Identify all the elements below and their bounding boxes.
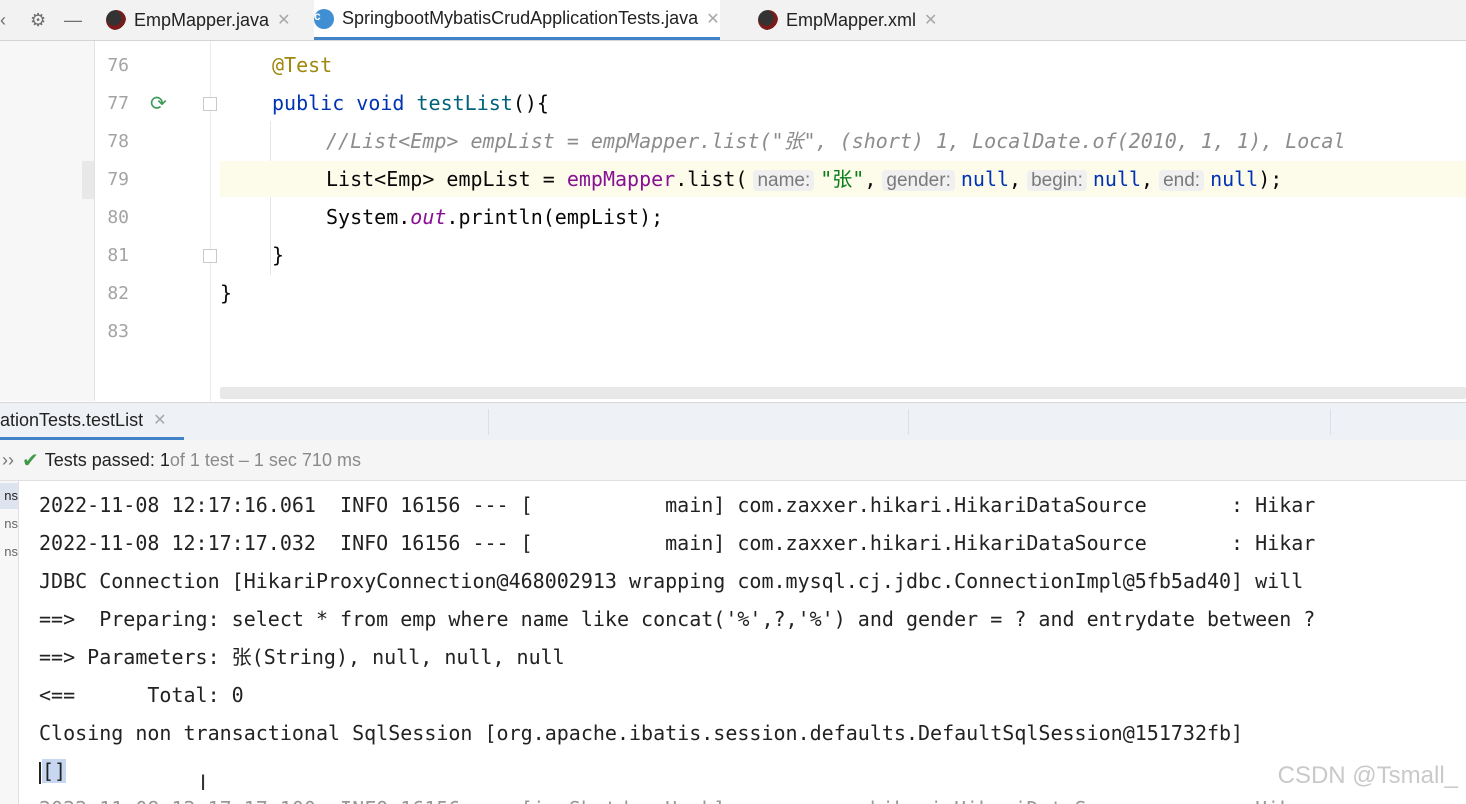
line-number: 78 bbox=[107, 131, 129, 152]
line-number-gutter: 76 77 78 79 80 81 82 83 ⟳ bbox=[95, 41, 217, 401]
code-text: } bbox=[220, 281, 233, 305]
close-icon[interactable]: ✕ bbox=[706, 9, 719, 29]
code-text: , bbox=[864, 167, 877, 191]
horizontal-scrollbar[interactable] bbox=[220, 387, 1466, 399]
tab-empmapper-java[interactable]: EmpMapper.java ✕ bbox=[106, 0, 290, 40]
code-line-78[interactable]: //List<Emp> empList = empMapper.list("张"… bbox=[220, 123, 1466, 159]
param-hint: begin: bbox=[1027, 170, 1087, 191]
close-icon[interactable]: ✕ bbox=[153, 410, 166, 430]
test-tree-item[interactable]: ns bbox=[0, 511, 18, 537]
console-line-selected: [] bbox=[39, 752, 67, 790]
console-line: 2022-11-08 12:17:16.061 INFO 16156 --- [… bbox=[39, 493, 1316, 517]
string-literal: "张" bbox=[820, 167, 865, 191]
selected-text: [] bbox=[42, 759, 67, 783]
code-editor[interactable]: 76 77 78 79 80 81 82 83 ⟳ @Test public v… bbox=[0, 41, 1466, 401]
code-text: ); bbox=[1258, 167, 1283, 191]
code-text: , bbox=[1141, 167, 1154, 191]
scroll-marker bbox=[82, 161, 94, 199]
comment: //List<Emp> empList = empMapper.list("张"… bbox=[326, 129, 1346, 153]
fold-marker-icon[interactable] bbox=[203, 97, 217, 111]
line-number: 77 bbox=[107, 93, 129, 114]
tab-application-tests[interactable]: c SpringbootMybatisCrudApplicationTests.… bbox=[314, 0, 720, 40]
chevron-left-icon[interactable]: ‹ bbox=[0, 10, 6, 31]
field-ref: empMapper bbox=[566, 167, 676, 191]
console-line: ==> Preparing: select * from emp where n… bbox=[39, 607, 1316, 631]
line-number: 83 bbox=[107, 321, 129, 342]
divider bbox=[1330, 409, 1331, 435]
text-caret bbox=[39, 761, 41, 784]
run-tool-window-header: ationTests.testList ✕ bbox=[0, 402, 1466, 440]
test-tree-item[interactable]: ns bbox=[0, 539, 18, 565]
console-output[interactable]: 2022-11-08 12:17:16.061 INFO 16156 --- [… bbox=[19, 481, 1466, 804]
check-icon: ✔ bbox=[22, 449, 39, 472]
console-line: <== Total: 0 bbox=[39, 683, 244, 707]
keyword: null bbox=[1092, 167, 1142, 191]
code-text: List<Emp> empList = bbox=[326, 167, 567, 191]
line-number: 80 bbox=[107, 207, 129, 228]
code-line-79[interactable]: List<Emp> empList = empMapper.list(name:… bbox=[220, 161, 1466, 197]
test-status-bar: ›› ✔ Tests passed: 1 of 1 test – 1 sec 7… bbox=[0, 440, 1466, 481]
code-line-77[interactable]: public void testList(){ bbox=[220, 85, 1466, 121]
console-line: Closing non transactional SqlSession [or… bbox=[39, 721, 1244, 745]
keyword: null bbox=[960, 167, 1010, 191]
line-number: 79 bbox=[107, 169, 129, 190]
close-icon[interactable]: ✕ bbox=[924, 10, 937, 30]
mybatis-bird-icon bbox=[758, 10, 778, 30]
editor-left-strip bbox=[0, 41, 95, 401]
code-text: (){ bbox=[512, 91, 549, 115]
code-line-82[interactable]: } bbox=[220, 275, 1466, 311]
editor-tab-bar: ‹ ⚙ — EmpMapper.java ✕ c SpringbootMybat… bbox=[0, 0, 1466, 41]
run-tab[interactable]: ationTests.testList ✕ bbox=[0, 403, 185, 440]
watermark: CSDN @Tsmall_ bbox=[1277, 762, 1458, 789]
method-name: testList bbox=[416, 91, 513, 115]
param-hint: name: bbox=[753, 170, 815, 191]
run-tab-label: ationTests.testList bbox=[0, 409, 144, 430]
code-text: .list( bbox=[675, 167, 748, 191]
param-hint: gender: bbox=[882, 170, 955, 191]
code-text: System. bbox=[326, 205, 411, 229]
minus-icon[interactable]: — bbox=[64, 10, 82, 31]
divider bbox=[488, 409, 489, 435]
fold-marker-icon[interactable] bbox=[203, 249, 217, 263]
tab-label: EmpMapper.java bbox=[134, 9, 270, 30]
gear-icon[interactable]: ⚙ bbox=[30, 10, 46, 31]
tests-summary: of 1 test – 1 sec 710 ms bbox=[169, 449, 361, 470]
code-line-80[interactable]: System.out.println(empList); bbox=[220, 199, 1466, 235]
console-line: JDBC Connection [HikariProxyConnection@4… bbox=[39, 569, 1304, 593]
tab-label: SpringbootMybatisCrudApplicationTests.ja… bbox=[342, 8, 699, 28]
line-number: 82 bbox=[107, 283, 129, 304]
code-line-76[interactable]: @Test bbox=[220, 47, 1466, 83]
test-tree-panel: ns ns ns bbox=[0, 481, 19, 804]
text-cursor-icon: I bbox=[200, 770, 207, 795]
code-line-81[interactable]: } bbox=[220, 237, 1466, 273]
console-line: 2022-11-08 12:17:17.100 INFO 16156 --- [… bbox=[39, 790, 1291, 804]
tests-passed-label: Tests passed: 1 bbox=[44, 449, 170, 470]
code-text: .println(empList); bbox=[446, 205, 664, 229]
console-line: ==> Parameters: 张(String), null, null, n… bbox=[39, 645, 565, 669]
static-field: out bbox=[410, 205, 447, 229]
editor-tools: ‹ ⚙ — bbox=[0, 0, 96, 40]
class-c-icon: c bbox=[314, 8, 334, 29]
keyword: null bbox=[1210, 167, 1259, 191]
chevron-right-icon[interactable]: ›› bbox=[2, 450, 14, 471]
code-line-83[interactable] bbox=[220, 313, 1466, 349]
code-text: } bbox=[272, 243, 285, 267]
keyword: public void bbox=[272, 91, 417, 115]
line-number: 81 bbox=[107, 245, 129, 266]
line-number: 76 bbox=[107, 55, 129, 76]
run-test-icon[interactable]: ⟳ bbox=[150, 91, 167, 116]
mybatis-bird-icon bbox=[106, 10, 126, 30]
divider bbox=[908, 409, 909, 435]
console-line: 2022-11-08 12:17:17.032 INFO 16156 --- [… bbox=[39, 531, 1316, 555]
tab-empmapper-xml[interactable]: EmpMapper.xml ✕ bbox=[758, 0, 937, 40]
test-tree-item[interactable]: ns bbox=[0, 483, 18, 509]
param-hint: end: bbox=[1159, 170, 1205, 191]
annotation: @Test bbox=[272, 53, 333, 77]
code-text: , bbox=[1009, 167, 1022, 191]
tab-label: EmpMapper.xml bbox=[786, 9, 917, 30]
close-icon[interactable]: ✕ bbox=[277, 10, 290, 30]
